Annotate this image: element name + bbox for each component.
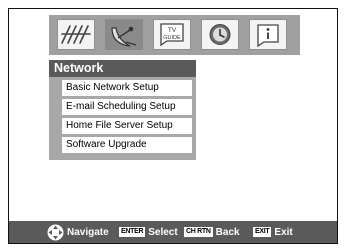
antenna-icon[interactable] xyxy=(57,19,95,50)
ch-rtn-key-icon: CH RTN xyxy=(184,227,213,237)
exit-label: Exit xyxy=(274,226,293,238)
footer-exit: EXIT Exit xyxy=(253,221,293,243)
navigate-label: Navigate xyxy=(67,226,109,238)
info-icon[interactable] xyxy=(249,19,287,50)
network-menu-panel: Basic Network Setup E-mail Scheduling Se… xyxy=(49,77,196,160)
navigate-arrows-icon xyxy=(47,224,64,240)
svg-text:TV: TV xyxy=(168,27,177,34)
enter-key-icon: ENTER xyxy=(119,227,146,237)
satellite-dish-icon[interactable] xyxy=(105,19,143,50)
select-label: Select xyxy=(148,226,178,238)
menu-item-home-file-server-setup[interactable]: Home File Server Setup xyxy=(62,118,192,134)
main-menu-icon-bar: TV GUIDE xyxy=(49,15,300,55)
tv-menu-screen: TV GUIDE Network Basic Network Setup E-m… xyxy=(8,8,338,244)
footer-select: ENTER Select xyxy=(119,221,178,243)
menu-item-software-upgrade[interactable]: Software Upgrade xyxy=(62,137,192,153)
footer-help-bar: Navigate ENTER Select CH RTN Back EXIT E… xyxy=(9,221,337,243)
menu-item-email-scheduling-setup[interactable]: E-mail Scheduling Setup xyxy=(62,99,192,115)
menu-title: Network xyxy=(49,60,196,77)
tv-guide-icon[interactable]: TV GUIDE xyxy=(153,19,191,50)
back-label: Back xyxy=(215,226,240,238)
menu-item-basic-network-setup[interactable]: Basic Network Setup xyxy=(62,80,192,96)
footer-back: CH RTN Back xyxy=(184,221,240,243)
clock-icon[interactable] xyxy=(201,19,239,50)
exit-key-icon: EXIT xyxy=(253,227,272,237)
footer-navigate: Navigate xyxy=(47,221,109,243)
svg-text:GUIDE: GUIDE xyxy=(163,35,181,41)
